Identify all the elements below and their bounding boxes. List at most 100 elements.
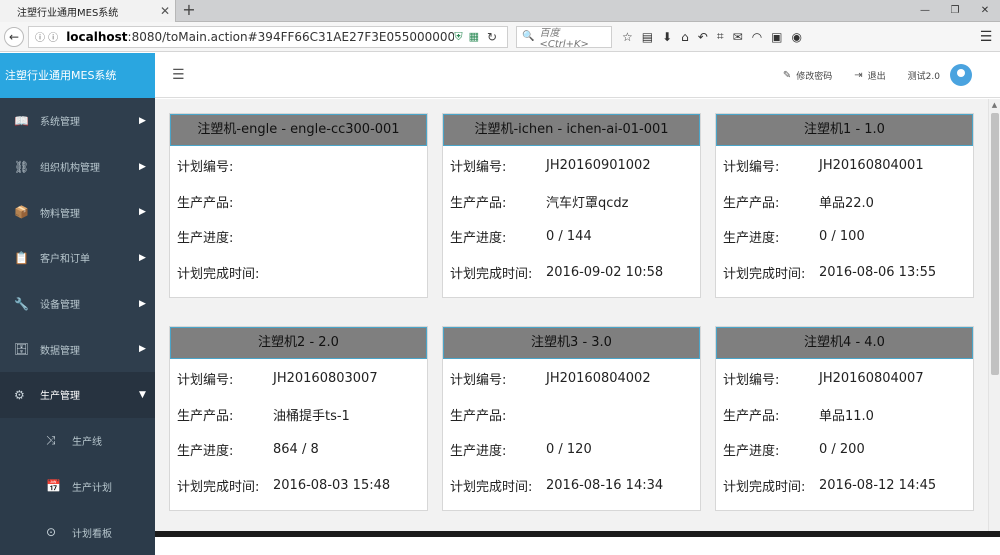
reader-icon[interactable]: ▤	[642, 30, 653, 44]
menu-icon[interactable]: ☰	[976, 29, 996, 45]
product-label: 生产产品:	[177, 195, 234, 211]
card-row: 计划完成时间: 2016-08-06 13:55	[716, 255, 973, 291]
back-arrow-icon[interactable]: ←	[4, 26, 24, 47]
sidebar-item-organization[interactable]: ⛓ 组织机构管理 ▶	[0, 144, 155, 190]
calendar-icon: 📅	[46, 479, 61, 494]
change-password-link[interactable]: ✎ 修改密码	[783, 69, 832, 82]
search-icon: 🔍	[522, 31, 535, 42]
browser-tab-title: 注塑行业通用MES系统	[17, 7, 119, 19]
sidebar-item-customers-orders[interactable]: 📋 客户和订单 ▶	[0, 235, 155, 281]
finish-time-label: 计划完成时间:	[450, 479, 533, 495]
shield-icon[interactable]: ⛨	[454, 30, 462, 44]
card-row: 生产进度:	[170, 219, 427, 255]
plan-number-label: 计划编号:	[450, 373, 507, 389]
url-path: :8080/toMain.action#394FF66C31AE27F3E055…	[127, 29, 455, 44]
browser-tab[interactable]: 注塑行业通用MES系统 ✕	[0, 0, 176, 22]
search-placeholder: 百度 <Ctrl+K>	[539, 27, 589, 50]
plan-number-value: JH20160804007	[819, 371, 924, 387]
sidebar-item-label: 组织机构管理	[40, 163, 100, 175]
plan-number-value: JH20160804001	[819, 158, 924, 174]
machine-card: 注塑机-engle - engle-cc300-001 计划编号: 生产产品: …	[169, 113, 428, 298]
url-icons: ⛨ ▦	[454, 30, 479, 44]
site-info-icon[interactable]: ⓘ ⓘ	[35, 29, 58, 44]
extension-icon[interactable]: ✉	[733, 30, 743, 44]
content-scrollbar[interactable]: ▲	[988, 99, 1000, 537]
minimize-icon[interactable]: —	[910, 0, 940, 22]
sidebar-item-production[interactable]: ⚙ 生产管理 ▼	[0, 372, 155, 418]
plan-number-label: 计划编号:	[177, 373, 234, 389]
undo-icon[interactable]: ↶	[698, 30, 708, 44]
progress-label: 生产进度:	[450, 444, 507, 460]
home-icon[interactable]: ⌂	[681, 30, 689, 44]
progress-label: 生产进度:	[177, 231, 234, 247]
sidebar-toggle-icon[interactable]: ☰	[172, 67, 185, 83]
sidebar-item-materials[interactable]: 📦 物料管理 ▶	[0, 189, 155, 235]
address-bar[interactable]: ⓘ ⓘ localhost:8080/toMain.action#394FF66…	[28, 25, 508, 48]
machine-card: 注塑机4 - 4.0 计划编号: JH20160804007 生产产品: 单品11.…	[715, 326, 974, 511]
progress-value: 0 / 144	[546, 229, 592, 245]
card-row: 生产进度: 0 / 100	[716, 219, 973, 255]
crop-icon[interactable]: ⌗	[717, 29, 724, 44]
product-label: 生产产品:	[723, 195, 780, 211]
chevron-right-icon: ▶	[139, 115, 146, 126]
search-input[interactable]: 🔍 百度 <Ctrl+K>	[516, 25, 612, 50]
finish-time-label: 计划完成时间:	[723, 479, 806, 495]
sidebar-item-system[interactable]: 📖 系统管理 ▶	[0, 98, 155, 144]
card-row: 计划编号: JH20160804002	[443, 361, 700, 397]
window-close-icon[interactable]: ✕	[970, 0, 1000, 22]
sidebar-item-data[interactable]: 🗄 数据管理 ▶	[0, 326, 155, 372]
avatar[interactable]	[950, 64, 972, 86]
app-brand[interactable]: 注塑行业通用MES系统	[0, 53, 155, 98]
machine-board: 注塑机-engle - engle-cc300-001 计划编号: 生产产品: …	[155, 99, 988, 537]
chevron-right-icon: ▶	[139, 252, 146, 263]
sidebar-subitem-production-plan[interactable]: 📅 生产计划	[0, 463, 155, 510]
scroll-up-icon[interactable]: ▲	[989, 99, 1000, 111]
copy-icon: 📋	[14, 250, 29, 265]
chat-icon[interactable]: ◉	[792, 30, 802, 44]
card-row: 生产进度: 0 / 120	[443, 432, 700, 468]
logout-link[interactable]: ⇥ 退出	[854, 69, 885, 82]
star-icon[interactable]: ☆	[622, 30, 633, 44]
user-icon	[957, 69, 965, 77]
cube-icon: 📦	[14, 205, 29, 220]
logout-label: 退出	[867, 71, 886, 82]
taskbar-strip	[155, 531, 1000, 537]
chevron-right-icon: ▶	[139, 298, 146, 309]
sidebar-item-equipment[interactable]: 🔧 设备管理 ▶	[0, 281, 155, 327]
rainbow-icon[interactable]: ◠	[752, 30, 762, 44]
download-icon[interactable]: ⬇	[662, 30, 672, 44]
card-row: 生产产品:	[170, 184, 427, 220]
sidebar-subitem-plan-board[interactable]: ⊙ 计划看板	[0, 509, 155, 555]
user-menu[interactable]: 测试2.0	[908, 64, 972, 86]
finish-time-value: 2016-09-02 10:58	[546, 264, 664, 280]
card-row: 计划编号:	[170, 148, 427, 184]
toolbar-icons: ☆ ▤ ⬇ ⌂ ↶ ⌗ ✉ ◠ ▣ ◉	[622, 29, 802, 44]
sidebar-subitem-production-line[interactable]: ⤨ 生产线	[0, 417, 155, 464]
card-row: 计划编号: JH20160804007	[716, 361, 973, 397]
finish-time-value: 2016-08-16 14:34	[546, 477, 664, 493]
sidebar-item-label: 生产管理	[40, 391, 80, 403]
logout-icon: ⇥	[854, 69, 863, 81]
app-root: 注塑行业通用MES系统 📖 系统管理 ▶ ⛓ 组织机构管理 ▶ 📦 物料管理 ▶…	[0, 53, 1000, 555]
cogs-icon: ⚙	[14, 387, 25, 402]
machine-card: 注塑机3 - 3.0 计划编号: JH20160804002 生产产品: 生产进度…	[442, 326, 701, 511]
scroll-thumb[interactable]	[991, 113, 999, 375]
finish-time-label: 计划完成时间:	[177, 266, 260, 282]
screenshot-icon[interactable]: ▣	[771, 30, 782, 44]
machine-card-title: 注塑机4 - 4.0	[716, 327, 973, 359]
close-tab-icon[interactable]: ✕	[155, 4, 175, 18]
product-value: 单品22.0	[819, 195, 874, 211]
new-tab-button[interactable]: +	[180, 1, 198, 21]
qr-code-icon[interactable]: ▦	[469, 30, 479, 44]
plan-number-label: 计划编号:	[450, 160, 507, 176]
finish-time-value: 2016-08-12 14:45	[819, 477, 937, 493]
reload-icon[interactable]: ↻	[487, 30, 501, 44]
card-row: 生产进度: 0 / 144	[443, 219, 700, 255]
restore-icon[interactable]: ❐	[940, 0, 970, 22]
machine-card-title: 注塑机1 - 1.0	[716, 114, 973, 146]
product-label: 生产产品:	[177, 408, 234, 424]
sitemap-icon: ⛓	[14, 159, 30, 174]
card-row: 生产产品: 单品11.0	[716, 397, 973, 433]
sidebar-item-label: 客户和订单	[40, 254, 90, 266]
sidebar-subitem-label: 生产计划	[72, 482, 112, 494]
